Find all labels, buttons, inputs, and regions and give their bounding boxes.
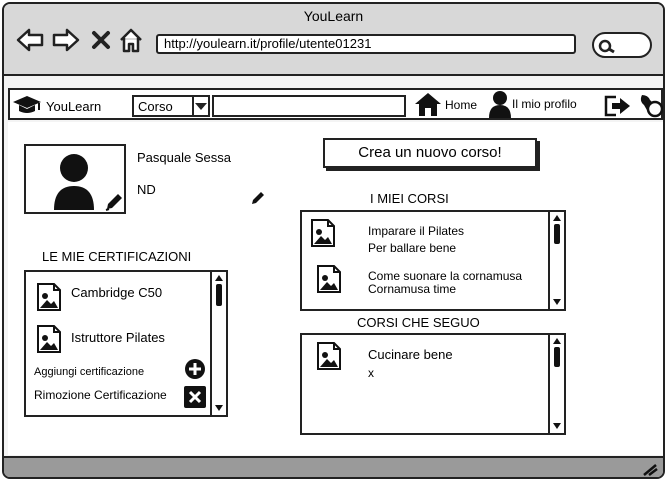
browser-toolbar: YouLearn http://youlearn.it/profile/uten… (4, 4, 663, 76)
scroll-up-icon (553, 338, 561, 344)
chevron-down-icon (195, 103, 207, 110)
remove-icon[interactable] (184, 386, 206, 413)
my-courses-heading: I MIEI CORSI (370, 191, 449, 206)
nav-home-link[interactable]: Home (445, 98, 477, 112)
back-arrow-icon[interactable] (16, 26, 44, 54)
nav-home-icon[interactable] (414, 91, 442, 122)
search-icon (598, 37, 616, 60)
graduation-cap-icon (12, 95, 42, 120)
notifications-icon[interactable] (638, 92, 663, 123)
browser-search-field[interactable] (592, 32, 652, 58)
nav-profile-link[interactable]: Il mio profilo (512, 97, 577, 111)
followed-courses-heading: CORSI CHE SEGUO (357, 315, 480, 330)
select-value: Corso (138, 99, 173, 114)
image-icon (36, 282, 62, 312)
course-title[interactable]: Come suonare la cornamusa (368, 269, 522, 283)
image-icon (316, 264, 342, 294)
certifications-scrollbar[interactable] (210, 272, 226, 415)
remove-certification-label: Rimozione Certificazione (34, 388, 167, 402)
scroll-up-icon (215, 275, 223, 281)
window-title: YouLearn (303, 8, 364, 24)
certifications-panel: Cambridge C50 Istruttore Pilates Aggiung… (24, 270, 228, 417)
followed-courses-panel: Cucinare bene x (300, 333, 566, 435)
profile-info: ND (137, 182, 156, 197)
user-icon[interactable] (488, 90, 512, 123)
scroll-down-icon (553, 299, 561, 305)
image-icon (310, 218, 336, 248)
create-course-button[interactable]: Crea un nuovo corso! (323, 138, 537, 168)
profile-name: Pasquale Sessa (137, 150, 231, 165)
certification-item[interactable]: Cambridge C50 (71, 285, 162, 300)
scroll-down-icon (553, 423, 561, 429)
image-icon (36, 324, 62, 354)
followed-courses-scrollbar[interactable] (548, 335, 564, 433)
app-navbar: YouLearn Corso Home Il mio profilo (8, 88, 663, 120)
edit-icon (105, 194, 122, 211)
home-icon[interactable] (118, 26, 146, 54)
forward-arrow-icon[interactable] (52, 26, 80, 54)
resize-icon[interactable] (642, 462, 658, 477)
avatar (24, 144, 126, 214)
image-icon (316, 341, 342, 371)
plus-icon[interactable] (184, 358, 206, 385)
logout-icon[interactable] (604, 94, 632, 123)
search-input[interactable] (212, 95, 406, 117)
browser-window: YouLearn http://youlearn.it/profile/uten… (2, 2, 665, 479)
scroll-thumb[interactable] (216, 284, 222, 306)
add-certification-label: Aggiungi certificazione (34, 366, 145, 378)
my-courses-panel: Imparare il Pilates Per ballare bene Com… (300, 210, 566, 311)
course-subtitle: Cornamusa time (368, 282, 457, 296)
course-subtitle: Per ballare bene (368, 241, 457, 255)
close-icon[interactable] (90, 26, 118, 54)
course-subtitle: x (368, 366, 374, 380)
course-title[interactable]: Cucinare bene (368, 347, 453, 362)
scroll-thumb[interactable] (554, 224, 560, 244)
certification-item[interactable]: Istruttore Pilates (71, 330, 165, 345)
my-courses-scrollbar[interactable] (548, 212, 564, 309)
app-brand[interactable]: YouLearn (46, 99, 101, 114)
edit-profile-icon[interactable] (250, 190, 266, 211)
scroll-up-icon (553, 215, 561, 221)
certifications-heading: LE MIE CERTIFICAZIONI (42, 249, 192, 264)
user-avatar-icon (54, 154, 94, 210)
select-dropdown-button[interactable] (192, 95, 210, 117)
browser-status-bar (4, 456, 663, 477)
url-field[interactable]: http://youlearn.it/profile/utente01231 (156, 34, 576, 54)
scroll-down-icon (215, 405, 223, 411)
course-title[interactable]: Imparare il Pilates (368, 224, 464, 238)
main-content: Pasquale Sessa ND LE MIE CERTIFICAZIONI … (8, 122, 663, 455)
scroll-thumb[interactable] (554, 347, 560, 367)
